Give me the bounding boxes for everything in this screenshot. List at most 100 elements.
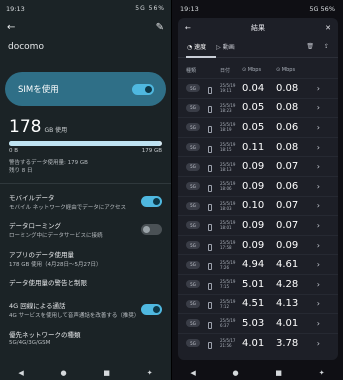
test-date: 25/5/19 19:11 <box>220 83 236 94</box>
status-indicators: 5G 56% <box>309 4 335 13</box>
sim-toggle-card[interactable]: SIMを使用 <box>5 72 166 106</box>
sim-label: SIMを使用 <box>18 85 59 95</box>
back-arrow-icon[interactable]: ← <box>7 22 15 33</box>
edit-pencil-icon[interactable]: ✎ <box>156 22 164 33</box>
upload-speed: 0.08 <box>276 102 299 114</box>
phone-icon <box>208 321 212 329</box>
table-row[interactable]: 5G 25/5/17 21:56 4.01 3.78 › <box>178 332 338 353</box>
chevron-right-icon: › <box>316 260 320 270</box>
back-icon[interactable]: ◀ <box>190 369 195 377</box>
mobile-data-row[interactable]: モバイルデータ モバイル ネットワーク経由でデータにアクセス <box>0 192 171 211</box>
phone-icon <box>208 263 212 271</box>
preferred-network-subtitle: 5G/4G/3G/GSM <box>9 340 51 346</box>
table-row[interactable]: 5G 25/5/19 18:06 0.09 0.06 › <box>178 175 338 196</box>
test-date: 25/5/19 7:26 <box>220 259 236 270</box>
table-row[interactable]: 5G 25/5/19 18:03 0.10 0.07 › <box>178 195 338 216</box>
table-row[interactable]: 5G 25/5/19 7:26 4.94 4.61 › <box>178 254 338 274</box>
phone-icon <box>208 223 212 231</box>
test-date: 25/5/19 18:06 <box>220 181 236 192</box>
chevron-right-icon: › <box>316 299 320 309</box>
accessibility-icon[interactable]: ✦ <box>319 369 325 377</box>
settings-header: ← ✎ <box>0 17 171 37</box>
upload-speed: 4.01 <box>276 317 299 329</box>
results-list: 5G 25/5/19 19:11 0.04 0.08 › 5G 25/5/19 18:23 0… <box>178 78 338 352</box>
phone-icon <box>208 145 212 153</box>
share-icon[interactable]: ⇪ <box>324 43 329 50</box>
upload-speed: 4.13 <box>276 298 299 310</box>
sim-toggle[interactable] <box>132 83 154 95</box>
test-date: 25/5/19 18:15 <box>220 142 236 153</box>
phone-icon <box>208 106 212 114</box>
roaming-title: データローミング <box>9 222 61 230</box>
network-type-badge: 5G <box>186 123 200 132</box>
download-speed: 0.09 <box>242 219 265 231</box>
download-speed: 4.51 <box>242 298 265 310</box>
chevron-right-icon: › <box>316 201 320 211</box>
table-row[interactable]: 5G 25/5/19 18:01 0.09 0.07 › <box>178 215 338 235</box>
phone-icon <box>208 125 212 133</box>
volte-subtitle: 4G サービスを使用して音声通話を改善する（推奨） <box>9 313 140 319</box>
upload-speed: 0.06 <box>276 180 299 192</box>
chevron-right-icon: › <box>316 162 320 172</box>
recents-icon[interactable]: ■ <box>275 369 282 377</box>
volte-toggle[interactable] <box>141 304 162 315</box>
status-indicators: 5G 56% <box>135 5 165 12</box>
download-speed: 5.03 <box>242 317 265 329</box>
chevron-right-icon: › <box>316 83 320 93</box>
roaming-toggle[interactable] <box>141 224 162 235</box>
test-date: 25/5/19 17:58 <box>220 240 236 251</box>
home-icon[interactable]: ● <box>61 369 67 377</box>
test-date: 25/5/19 7:15 <box>220 279 236 290</box>
upload-speed: 0.07 <box>276 161 299 173</box>
download-speed: 0.09 <box>242 180 265 192</box>
recents-icon[interactable]: ■ <box>103 369 110 377</box>
test-date: 25/5/19 18:23 <box>220 102 236 113</box>
phone-icon <box>208 86 212 94</box>
network-type-badge: 5G <box>186 260 200 269</box>
phone-icon <box>208 184 212 192</box>
phone-icon <box>208 243 212 251</box>
table-row[interactable]: 5G 25/5/19 18:19 0.05 0.06 › <box>178 117 338 137</box>
table-row[interactable]: 5G 25/5/19 17:58 0.09 0.09 › <box>178 234 338 255</box>
table-row[interactable]: 5G 25/5/19 7:15 5.01 4.28 › <box>178 273 338 294</box>
table-row[interactable]: 5G 25/5/19 6:37 5.03 4.01 › <box>178 313 338 333</box>
status-bar: 19:13 5G 56% <box>172 0 343 17</box>
volte-row[interactable]: 4G 回線による通話 4G サービスを使用して音声通話を改善する（推奨） <box>0 300 171 319</box>
table-row[interactable]: 5G 25/5/19 18:13 0.09 0.07 › <box>178 156 338 176</box>
delete-icon[interactable]: 🗑 <box>306 43 314 50</box>
table-row[interactable]: 5G 25/5/19 18:15 0.11 0.08 › <box>178 136 338 157</box>
active-tab-indicator <box>186 56 216 58</box>
test-date: 25/5/19 6:37 <box>220 318 236 329</box>
roaming-row[interactable]: データローミング ローミング中にデータサービスに接続 <box>0 220 171 239</box>
upload-speed: 0.07 <box>276 200 299 212</box>
table-row[interactable]: 5G 25/5/19 7:12 4.51 4.13 › <box>178 293 338 314</box>
col-type: 種類 <box>186 67 197 74</box>
chevron-right-icon: › <box>316 220 320 230</box>
app-data-usage-row[interactable]: アプリのデータ使用量 178 GB 使用（4月28日～5月27日） <box>0 249 171 268</box>
mobile-data-toggle[interactable] <box>141 196 162 207</box>
network-type-badge: 5G <box>186 339 200 348</box>
tab-video[interactable]: ▷ 動画 <box>216 42 235 51</box>
test-date: 25/5/19 18:01 <box>220 220 236 231</box>
download-speed: 0.09 <box>242 161 265 173</box>
upload-speed: 4.28 <box>276 278 299 290</box>
tab-speed[interactable]: ◔ 速度 <box>187 42 206 51</box>
table-row[interactable]: 5G 25/5/19 19:11 0.04 0.08 › <box>178 78 338 98</box>
network-type-badge: 5G <box>186 221 200 230</box>
col-date: 日付 <box>220 67 231 74</box>
status-time: 19:13 <box>180 4 199 13</box>
home-icon[interactable]: ● <box>233 369 239 377</box>
data-warning-row[interactable]: データ使用量の警告と制限 <box>0 277 171 287</box>
accessibility-icon[interactable]: ✦ <box>147 369 153 377</box>
tab-indicator-rule <box>178 56 338 58</box>
preferred-network-row[interactable]: 優先ネットワークの種類 5G/4G/3G/GSM <box>0 329 171 346</box>
download-speed: 0.11 <box>242 141 265 153</box>
test-date: 25/5/19 18:03 <box>220 200 236 211</box>
days-remaining: 残り 8 日 <box>9 167 33 174</box>
download-speed: 4.94 <box>242 259 265 271</box>
back-arrow-icon[interactable]: ← <box>185 24 191 32</box>
table-row[interactable]: 5G 25/5/19 18:23 0.05 0.08 › <box>178 97 338 118</box>
back-icon[interactable]: ◀ <box>18 369 23 377</box>
close-icon[interactable]: ✕ <box>325 24 331 32</box>
phone-icon <box>208 282 212 290</box>
